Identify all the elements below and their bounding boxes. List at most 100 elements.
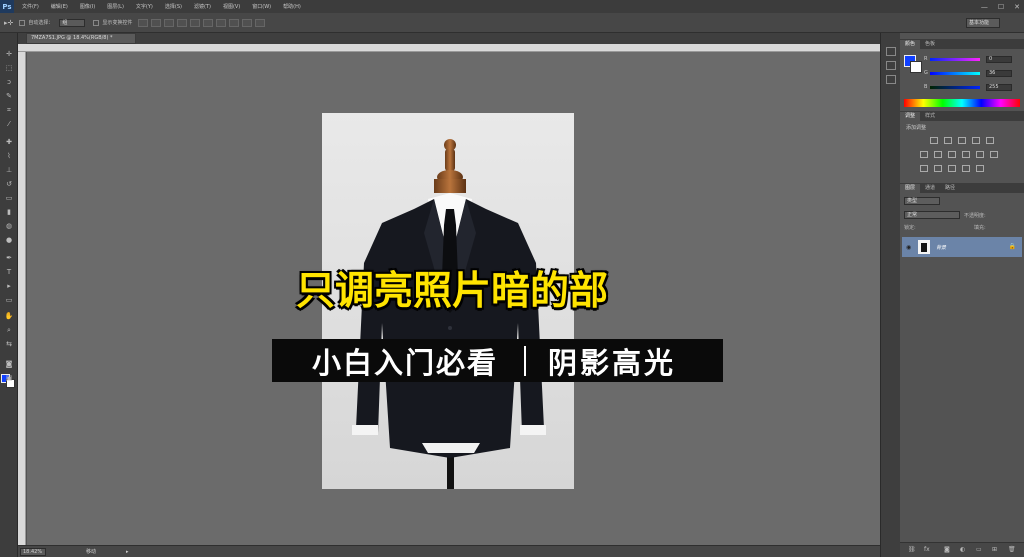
history-panel-icon[interactable] [886, 47, 896, 56]
new-adjustment-icon[interactable]: ◐ [960, 546, 965, 553]
minimize-icon[interactable]: — [981, 3, 988, 11]
new-group-icon[interactable]: ▭ [976, 546, 982, 553]
menu-layer[interactable]: 图层(L) [107, 3, 124, 10]
crop-tool-icon[interactable]: ⌗ [3, 105, 15, 115]
align-bottom-button[interactable] [164, 18, 175, 27]
link-layers-icon[interactable]: ⛓ [908, 546, 916, 553]
layer-kind-filter[interactable]: 类型 [904, 197, 940, 205]
move-tool-icon[interactable]: ▸✛ [4, 19, 13, 27]
gradient-tool-icon[interactable]: ▮ [3, 207, 15, 217]
align-center-button[interactable] [190, 18, 201, 27]
menu-window[interactable]: 窗口(W) [252, 3, 271, 10]
dodge-tool-icon[interactable]: ● [3, 235, 15, 245]
selective-color-icon[interactable] [976, 165, 984, 172]
color-value-r[interactable]: 0 [986, 55, 1012, 63]
screen-mode-icon[interactable]: ▣ [3, 373, 15, 383]
vibrance-icon[interactable] [986, 137, 994, 144]
blend-mode-dropdown[interactable]: 正常 [904, 211, 960, 219]
document-tab[interactable]: 7MZA7S1.JPG @ 18.4%(RGB/8) * [26, 33, 136, 44]
distribute-middle-button[interactable] [229, 18, 240, 27]
align-left-button[interactable] [177, 18, 188, 27]
blur-tool-icon[interactable]: ◍ [3, 221, 15, 231]
character-panel-icon[interactable] [886, 75, 896, 84]
menu-view[interactable]: 视图(V) [223, 3, 240, 10]
quick-mask-icon[interactable]: ◙ [3, 359, 15, 369]
lasso-tool-icon[interactable]: ↄ [3, 77, 15, 87]
close-icon[interactable]: ✕ [1014, 3, 1020, 11]
align-middle-button[interactable] [151, 18, 162, 27]
tab-color[interactable]: 颜色 [900, 40, 921, 49]
ruler-horizontal[interactable] [18, 44, 880, 52]
menu-filter[interactable]: 滤镜(T) [194, 3, 211, 10]
clone-stamp-tool-icon[interactable]: ⊥ [3, 165, 15, 175]
color-value-b[interactable]: 255 [986, 83, 1012, 91]
hue-saturation-icon[interactable] [920, 151, 928, 158]
curves-icon[interactable] [958, 137, 966, 144]
photo-filter-icon[interactable] [962, 151, 970, 158]
history-brush-tool-icon[interactable]: ↺ [3, 179, 15, 189]
marquee-tool-icon[interactable]: ⬚ [3, 63, 15, 73]
auto-select-checkbox[interactable] [19, 19, 26, 26]
layer-style-icon[interactable]: fx [924, 546, 930, 553]
channel-mixer-icon[interactable] [976, 151, 984, 158]
path-select-tool-icon[interactable]: ▸ [3, 281, 15, 291]
zoom-level-field[interactable]: 18.42% [20, 547, 46, 556]
distribute-top-button[interactable] [216, 18, 227, 27]
layer-row-background[interactable]: ◉ 背景 🔒 [902, 237, 1022, 257]
menu-select[interactable]: 选择(S) [165, 3, 182, 10]
ruler-vertical[interactable] [18, 52, 26, 545]
invert-icon[interactable] [920, 165, 928, 172]
auto-select-dropdown[interactable]: 组 [59, 18, 86, 27]
gradient-map-icon[interactable] [962, 165, 970, 172]
tab-channels[interactable]: 通道 [920, 184, 940, 193]
move-tool-icon[interactable]: ✛ [3, 49, 15, 59]
status-arrow-icon[interactable]: ▸ [126, 549, 129, 555]
quick-select-tool-icon[interactable]: ✎ [3, 91, 15, 101]
show-transform-checkbox[interactable] [93, 19, 100, 26]
new-layer-icon[interactable]: ⊞ [992, 546, 997, 553]
color-balance-icon[interactable] [934, 151, 942, 158]
posterize-icon[interactable] [934, 165, 942, 172]
tab-paths[interactable]: 路径 [940, 184, 960, 193]
tab-adjustments[interactable]: 调整 [900, 112, 921, 121]
brush-tool-icon[interactable]: ⌇ [3, 151, 15, 161]
black-white-icon[interactable] [948, 151, 956, 158]
distribute-bottom-button[interactable] [242, 18, 253, 27]
color-slider-b[interactable]: B 255 [924, 83, 1020, 91]
align-top-button[interactable] [138, 18, 149, 27]
visibility-eye-icon[interactable]: ◉ [906, 244, 911, 251]
tab-swatches[interactable]: 色板 [920, 40, 940, 49]
delete-layer-icon[interactable]: 🗑 [1008, 546, 1016, 553]
eraser-tool-icon[interactable]: ▭ [3, 193, 15, 203]
maximize-icon[interactable]: ☐ [998, 3, 1004, 11]
layer-name[interactable]: 背景 [936, 244, 946, 251]
healing-brush-tool-icon[interactable]: ✚ [3, 137, 15, 147]
color-slider-g[interactable]: G 36 [924, 69, 1020, 77]
properties-panel-icon[interactable] [886, 61, 896, 70]
tab-styles[interactable]: 样式 [920, 112, 940, 121]
menu-help[interactable]: 帮助(H) [283, 3, 301, 10]
menu-file[interactable]: 文件(F) [22, 3, 39, 10]
align-right-button[interactable] [203, 18, 214, 27]
hand-tool-icon[interactable]: ✋ [3, 311, 15, 321]
swap-colors-icon[interactable]: ⇆ [3, 339, 15, 349]
threshold-icon[interactable] [948, 165, 956, 172]
menu-edit[interactable]: 编辑(E) [51, 3, 68, 10]
exposure-icon[interactable] [972, 137, 980, 144]
color-slider-r[interactable]: R 0 [924, 55, 1020, 63]
color-lookup-icon[interactable] [990, 151, 998, 158]
shape-tool-icon[interactable]: ▭ [3, 295, 15, 305]
color-value-g[interactable]: 36 [986, 69, 1012, 77]
auto-align-button[interactable] [255, 18, 266, 27]
zoom-tool-icon[interactable]: ⌕ [3, 325, 15, 335]
menu-type[interactable]: 文字(Y) [136, 3, 153, 10]
tab-layers[interactable]: 图层 [900, 184, 921, 193]
levels-icon[interactable] [944, 137, 952, 144]
menu-image[interactable]: 图像(I) [80, 3, 95, 10]
color-spectrum-ramp[interactable] [904, 99, 1020, 107]
eyedropper-tool-icon[interactable]: ⁄ [3, 119, 15, 129]
pen-tool-icon[interactable]: ✒ [3, 253, 15, 263]
type-tool-icon[interactable]: T [3, 267, 15, 277]
add-mask-icon[interactable]: ◙ [944, 546, 950, 553]
color-panel-bg-swatch[interactable] [910, 61, 922, 73]
